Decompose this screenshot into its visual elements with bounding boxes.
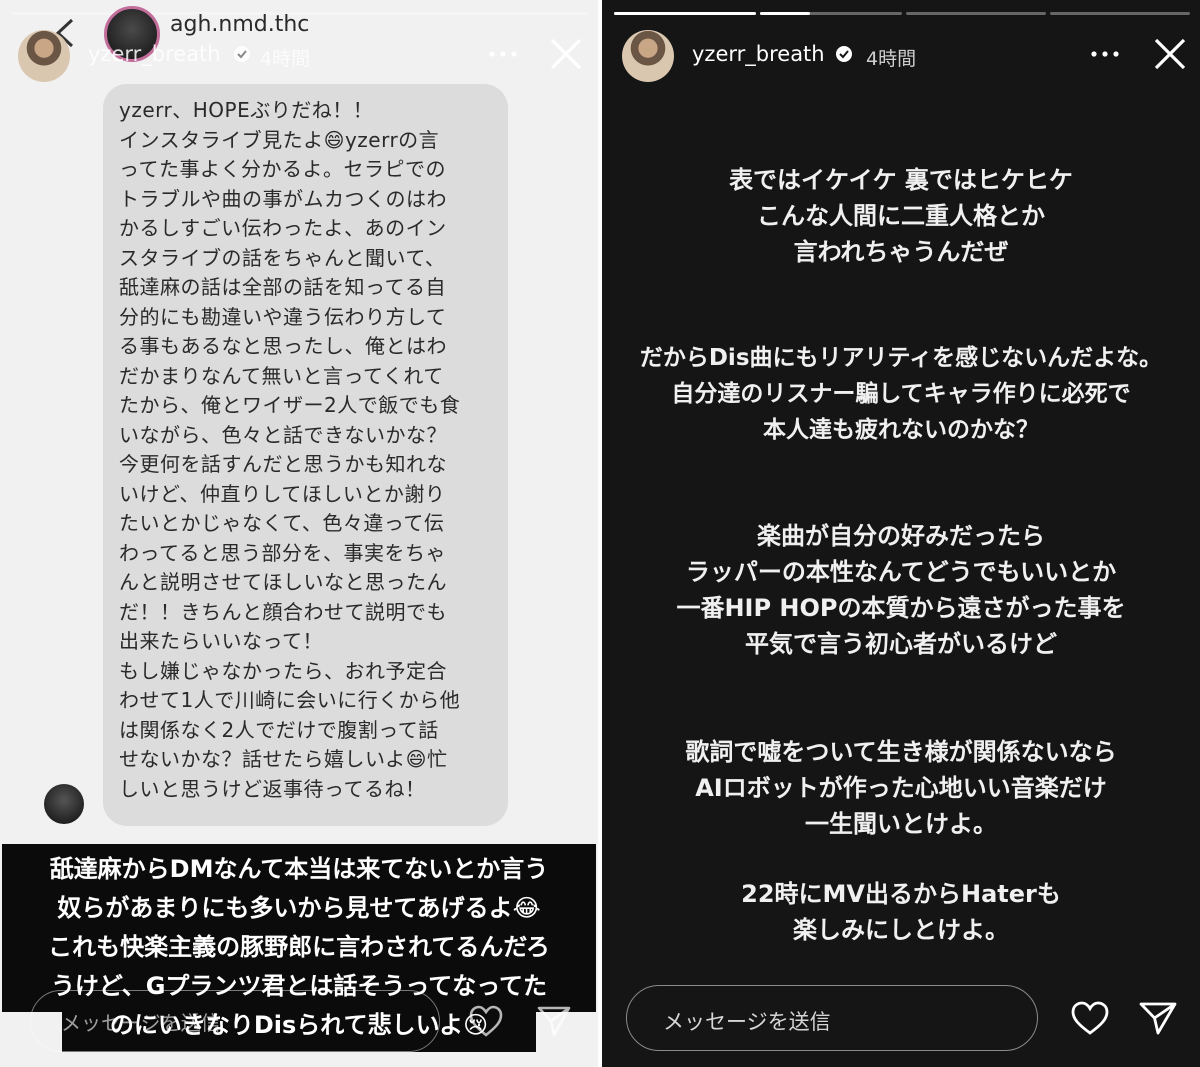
reply-placeholder: メッセージを送信 [663,1010,831,1034]
reply-input[interactable]: メッセージを送信 [626,985,1038,1051]
send-icon[interactable] [1138,1000,1178,1036]
story-timestamp: 4時間 [260,48,311,70]
story-text-paragraph: 歌詞で嘘をついて生き様が関係ないなら AIロボットが作った心地いい音楽だけ 一生… [685,738,1117,838]
more-options-icon[interactable] [486,44,520,64]
reply-placeholder: メッセージを送信 [61,1011,221,1035]
story-text-paragraph: だからDis曲にもリアリティを感じないんだよな。 自分達のリスナー騙してキャラ作… [639,345,1163,443]
verified-badge-icon [836,46,852,62]
avatar[interactable] [18,30,70,82]
story-progress-segment [760,12,902,15]
heart-icon[interactable] [1070,1000,1110,1036]
close-icon[interactable] [548,36,584,72]
reply-input[interactable]: メッセージを送信 [30,990,440,1052]
story-progress-segment [614,12,756,15]
story-progress-segment [1050,12,1190,15]
heart-icon[interactable] [468,1004,504,1038]
send-icon[interactable] [536,1004,572,1038]
more-options-icon[interactable] [1088,44,1122,64]
story-timestamp: 4時間 [866,48,917,70]
story-username[interactable]: yzerr_breath [692,42,825,66]
close-icon[interactable] [1152,36,1188,72]
avatar[interactable] [622,30,674,82]
left-story-panel: agh.nmd.thc yzerr_breath 4時間 yzerr、HOPEぶ… [0,0,598,1067]
story-text-paragraph: 表ではイケイケ 裏ではヒケヒケ こんな人間に二重人格とか 言われちゃうんだぜ [729,166,1073,266]
dm-sender-small-avatar [44,784,84,824]
story-text-paragraph: 22時にMV出るからHaterも 楽しみにしとけよ。 [741,880,1061,944]
story-progress-segment [906,12,1046,15]
verified-badge-icon [234,46,250,62]
dm-message-text: yzerr、HOPEぶりだね！！ インスタライブ見たよ😄yzerrの言 ってた事… [119,98,461,801]
story-text-paragraph: 楽曲が自分の好みだったら ラッパーの本性なんてどうでもいいとか 一番HIP HO… [676,522,1126,658]
right-story-panel: yzerr_breath 4時間 表ではイケイケ 裏ではヒケヒケ こんな人間に二… [602,0,1200,1067]
dm-sender-name: agh.nmd.thc [170,12,310,37]
story-username[interactable]: yzerr_breath [88,42,221,66]
